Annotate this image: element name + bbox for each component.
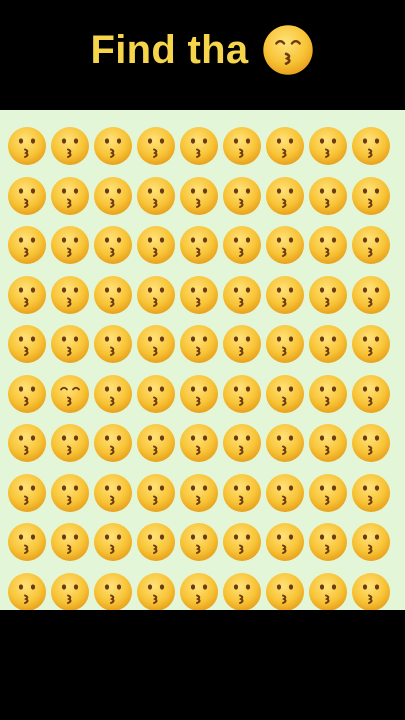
kissing-face-icon[interactable]: [265, 275, 305, 315]
kissing-face-icon[interactable]: [351, 225, 391, 265]
kissing-face-icon[interactable]: [50, 423, 90, 463]
kissing-face-icon[interactable]: [93, 225, 133, 265]
kissing-face-icon[interactable]: [50, 176, 90, 216]
kissing-face-icon[interactable]: [179, 176, 219, 216]
kissing-face-icon[interactable]: [93, 423, 133, 463]
kissing-face-icon[interactable]: [93, 275, 133, 315]
kissing-face-icon[interactable]: [93, 374, 133, 414]
kissing-face-icon[interactable]: [93, 522, 133, 562]
kissing-face-icon[interactable]: [50, 126, 90, 166]
kissing-face-icon[interactable]: [179, 126, 219, 166]
kissing-face-icon[interactable]: [222, 522, 262, 562]
kissing-face-icon[interactable]: [222, 324, 262, 364]
footer-bar: [0, 610, 405, 720]
kissing-face-icon[interactable]: [308, 324, 348, 364]
kissing-face-icon[interactable]: [308, 572, 348, 612]
title: Find tha: [91, 24, 315, 76]
emoji-grid: [0, 110, 405, 612]
kissing-face-icon[interactable]: [265, 374, 305, 414]
kissing-face-icon[interactable]: [179, 275, 219, 315]
kissing-face-icon[interactable]: [222, 473, 262, 513]
kissing-face-icon[interactable]: [265, 423, 305, 463]
kissing-face-icon[interactable]: [222, 126, 262, 166]
kissing-face-icon[interactable]: [265, 522, 305, 562]
kissing-face-icon[interactable]: [136, 374, 176, 414]
kissing-face-icon[interactable]: [351, 275, 391, 315]
kissing-face-icon[interactable]: [179, 225, 219, 265]
kissing-face-icon[interactable]: [222, 423, 262, 463]
kissing-face-icon[interactable]: [7, 126, 47, 166]
kissing-face-icon[interactable]: [308, 126, 348, 166]
kissing-face-icon[interactable]: [351, 126, 391, 166]
kissing-face-icon[interactable]: [136, 324, 176, 364]
kissing-face-icon[interactable]: [351, 473, 391, 513]
kissing-face-icon[interactable]: [351, 176, 391, 216]
kissing-face-icon[interactable]: [93, 126, 133, 166]
kissing-face-icon[interactable]: [308, 225, 348, 265]
kissing-face-icon[interactable]: [179, 572, 219, 612]
kissing-face-icon[interactable]: [93, 176, 133, 216]
kissing-face-icon[interactable]: [50, 225, 90, 265]
kissing-face-icon[interactable]: [179, 522, 219, 562]
kissing-face-icon[interactable]: [265, 225, 305, 265]
kissing-face-icon[interactable]: [7, 423, 47, 463]
kissing-face-icon[interactable]: [7, 324, 47, 364]
kissing-face-icon[interactable]: [179, 374, 219, 414]
kissing-face-icon[interactable]: [93, 572, 133, 612]
kissing-face-icon[interactable]: [136, 126, 176, 166]
kissing-face-icon[interactable]: [351, 324, 391, 364]
kissing-face-icon[interactable]: [351, 522, 391, 562]
kissing-face-icon[interactable]: [265, 126, 305, 166]
kissing-face-icon[interactable]: [136, 225, 176, 265]
kissing-face-icon[interactable]: [222, 275, 262, 315]
kissing-face-icon[interactable]: [351, 572, 391, 612]
kissing-face-icon[interactable]: [308, 473, 348, 513]
kissing-face-icon[interactable]: [222, 225, 262, 265]
kissing-face-icon[interactable]: [265, 473, 305, 513]
kissing-face-icon[interactable]: [93, 324, 133, 364]
kissing-face-icon[interactable]: [50, 275, 90, 315]
kissing-face-icon[interactable]: [179, 473, 219, 513]
kissing-face-icon[interactable]: [50, 572, 90, 612]
kissing-face-icon[interactable]: [7, 374, 47, 414]
kissing-face-icon[interactable]: [50, 473, 90, 513]
kissing-face-icon[interactable]: [308, 423, 348, 463]
kissing-face-icon[interactable]: [7, 473, 47, 513]
kissing-face-icon[interactable]: [308, 275, 348, 315]
kissing-face-icon[interactable]: [179, 423, 219, 463]
kissing-face-icon[interactable]: [308, 176, 348, 216]
kissing-face-icon[interactable]: [136, 176, 176, 216]
kissing-face-icon[interactable]: [7, 176, 47, 216]
kissing-face-icon[interactable]: [308, 522, 348, 562]
kissing-face-icon[interactable]: [7, 225, 47, 265]
kissing-face-icon[interactable]: [351, 374, 391, 414]
kissing-face-icon[interactable]: [265, 572, 305, 612]
header: Find tha: [0, 0, 405, 108]
kissing-face-icon[interactable]: [7, 275, 47, 315]
kissing-face-icon[interactable]: [136, 423, 176, 463]
title-text: Find tha: [90, 27, 249, 72]
kissing-face-icon[interactable]: [50, 522, 90, 562]
kissing-face-icon[interactable]: [136, 572, 176, 612]
kissing-face-icon[interactable]: [50, 324, 90, 364]
kissing-face-icon[interactable]: [265, 324, 305, 364]
kissing-face-icon[interactable]: [351, 423, 391, 463]
kissing-face-icon[interactable]: [7, 572, 47, 612]
kissing-face-icon[interactable]: [265, 176, 305, 216]
kissing-face-icon[interactable]: [136, 522, 176, 562]
kissing-face-icon[interactable]: [93, 473, 133, 513]
kissing-face-icon[interactable]: [222, 176, 262, 216]
kissing-face-icon[interactable]: [136, 473, 176, 513]
kissing-face-icon[interactable]: [308, 374, 348, 414]
kissing-face-icon[interactable]: [222, 572, 262, 612]
kissing-face-icon[interactable]: [179, 324, 219, 364]
kissing-face-icon[interactable]: [7, 522, 47, 562]
kissing-face-closed-eyes-icon: [262, 24, 314, 76]
kissing-face-closed-eyes-icon[interactable]: [50, 374, 90, 414]
kissing-face-icon[interactable]: [222, 374, 262, 414]
kissing-face-icon[interactable]: [136, 275, 176, 315]
